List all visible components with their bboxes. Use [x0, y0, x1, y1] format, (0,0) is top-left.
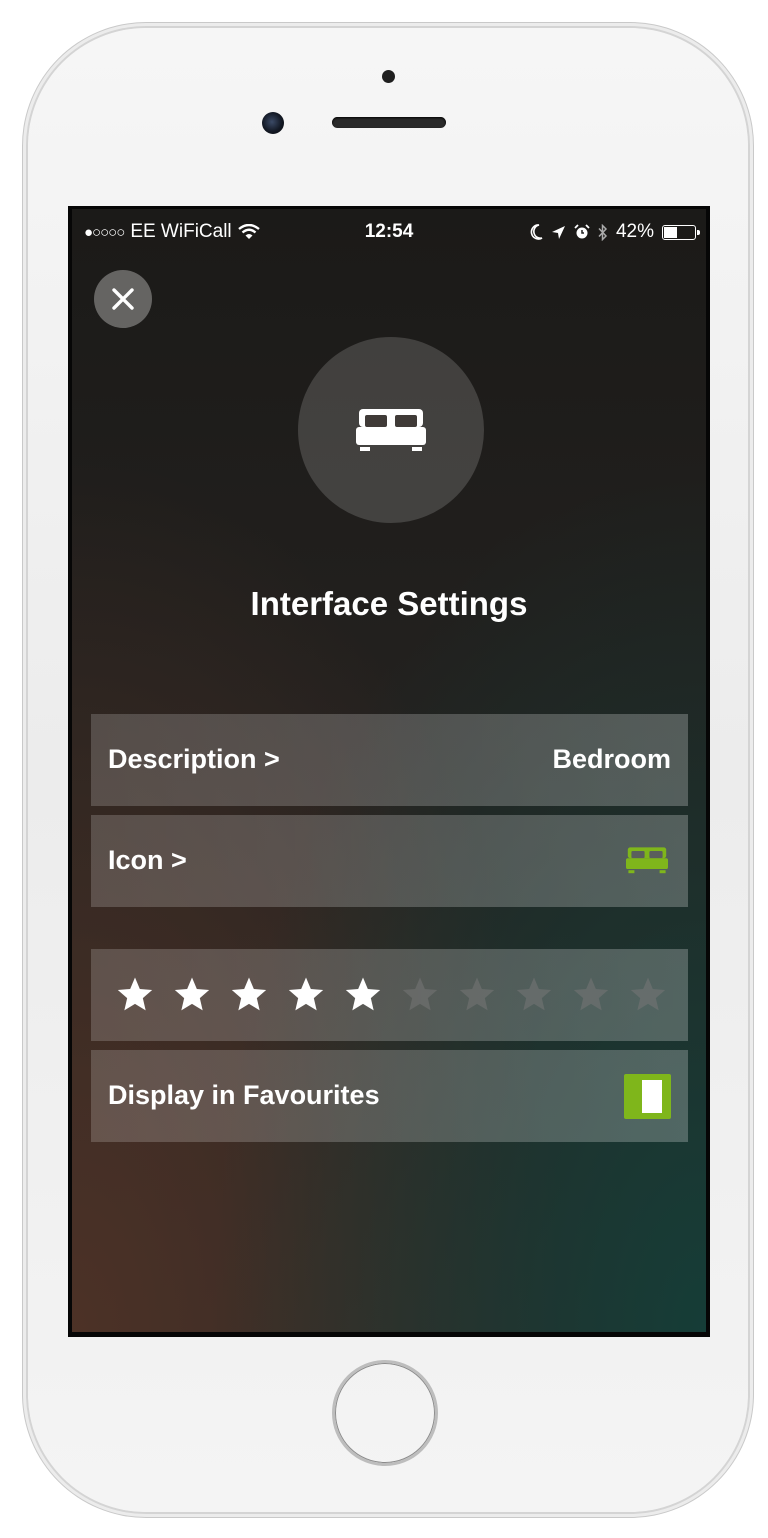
- star-filled-icon[interactable]: [286, 975, 326, 1015]
- favourites-row: Display in Favourites: [91, 1050, 688, 1142]
- star-empty-icon[interactable]: [457, 975, 497, 1015]
- close-button[interactable]: [94, 270, 152, 328]
- room-icon-circle: [298, 337, 484, 523]
- home-button[interactable]: [332, 1360, 438, 1466]
- icon-row[interactable]: Icon >: [91, 815, 688, 907]
- moon-icon: [530, 224, 543, 240]
- bed-icon: [626, 847, 668, 874]
- location-arrow-icon: [551, 225, 565, 239]
- favourites-toggle[interactable]: [624, 1074, 671, 1119]
- bed-icon: [356, 409, 426, 451]
- icon-label: Icon >: [108, 845, 187, 875]
- star-filled-icon[interactable]: [115, 975, 155, 1015]
- star-empty-icon[interactable]: [400, 975, 440, 1015]
- status-bar: ●○○○○ EE WiFiCall 12:54 42%: [72, 209, 706, 253]
- bluetooth-icon: [598, 223, 608, 241]
- star-filled-icon[interactable]: [172, 975, 212, 1015]
- description-value: Bedroom: [552, 744, 671, 774]
- star-empty-icon[interactable]: [571, 975, 611, 1015]
- rating-row: [91, 949, 688, 1041]
- favourites-label: Display in Favourites: [108, 1080, 380, 1110]
- app-background: ●○○○○ EE WiFiCall 12:54 42% Interface Se…: [72, 209, 706, 1332]
- star-empty-icon[interactable]: [628, 975, 668, 1015]
- star-empty-icon[interactable]: [514, 975, 554, 1015]
- close-icon: [112, 288, 134, 310]
- star-rating: [115, 975, 668, 1015]
- battery-level-fill: [664, 226, 678, 238]
- toggle-knob: [642, 1080, 662, 1113]
- page-title: Interface Settings: [250, 585, 528, 622]
- description-label: Description >: [108, 744, 280, 774]
- star-filled-icon[interactable]: [229, 975, 269, 1015]
- front-camera: [262, 112, 284, 134]
- alarm-clock-icon: [574, 224, 590, 239]
- description-row[interactable]: Description > Bedroom: [91, 714, 688, 806]
- battery-icon: [662, 224, 700, 240]
- earpiece-speaker: [332, 117, 446, 128]
- battery-percent: 42%: [615, 221, 654, 242]
- screen: ●○○○○ EE WiFiCall 12:54 42% Interface Se…: [68, 206, 710, 1337]
- status-right: 42%: [529, 221, 700, 243]
- proximity-sensor: [382, 70, 395, 83]
- star-filled-icon[interactable]: [343, 975, 383, 1015]
